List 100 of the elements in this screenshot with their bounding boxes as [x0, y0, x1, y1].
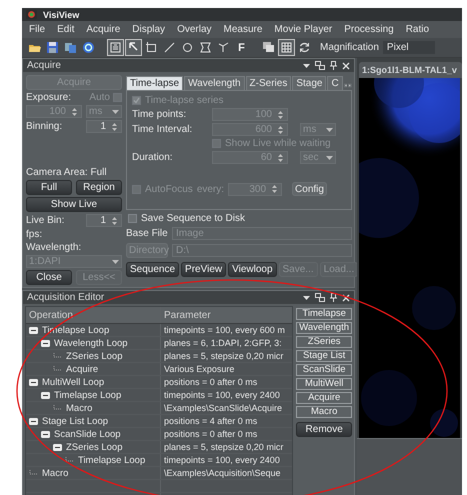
caret-icon[interactable] [326, 156, 333, 160]
add-step-button[interactable]: Acquire [296, 392, 352, 404]
operation-name[interactable]: Acquire [66, 364, 98, 374]
operation-name[interactable]: Macro [42, 468, 68, 478]
collapse-icon[interactable] [41, 340, 50, 346]
collapse-icon[interactable] [29, 326, 38, 334]
close-icon[interactable] [342, 294, 350, 302]
show-live-button[interactable]: Show Live [26, 197, 122, 212]
menu-item[interactable]: Movie Player [274, 24, 332, 35]
dropdown-icon[interactable] [303, 64, 310, 68]
operation-name[interactable]: Timelapse Loop [78, 454, 146, 466]
magnification-label: Magnification [320, 42, 379, 53]
remove-button[interactable]: Remove [296, 422, 352, 437]
parameter-cell-text: planes = 5, stepsize 0,20 micr [163, 350, 284, 362]
parameter-cell-text: planes = 6, 1:DAPI, 2:GFP, 3: [163, 337, 283, 349]
column-header[interactable]: Operation [26, 307, 161, 323]
check-icon [133, 97, 140, 104]
parameter-cell-text: \Examples\Acquisition\Seque [163, 467, 282, 479]
spinner-arrows-icon[interactable] [270, 184, 280, 194]
text-tool[interactable]: F [233, 39, 250, 56]
dropdown-icon[interactable] [303, 296, 310, 300]
caret-icon[interactable] [112, 110, 119, 114]
collapse-icon[interactable] [41, 392, 50, 398]
add-step-button[interactable]: ScanSlide [296, 364, 352, 376]
sequence-button[interactable]: Sequence [126, 262, 180, 277]
area-button[interactable]: Full [26, 180, 72, 195]
menu-item[interactable]: Processing [344, 24, 394, 35]
rectangle-icon [145, 41, 158, 54]
pin-icon[interactable] [330, 61, 337, 70]
parameter-cell-text: Various Exposure [163, 363, 236, 375]
tree-line-icon [53, 366, 62, 372]
menu-item[interactable]: File [29, 24, 46, 35]
operation-name[interactable]: Wavelength Loop [54, 338, 128, 348]
tab[interactable]: Wavelength [184, 76, 245, 90]
wavelength-label: Wavelength: [26, 242, 82, 253]
column-header[interactable]: Parameter [161, 307, 292, 323]
spinner-arrows-icon[interactable] [110, 122, 119, 132]
parameter-cell-text: planes = 5, stepsize 0,20 micr [163, 441, 284, 453]
add-step-button[interactable]: Wavelength [296, 322, 352, 334]
operation-name[interactable]: ScanSlide Loop [54, 428, 121, 440]
menu-item[interactable]: Acquire [86, 24, 120, 35]
area-button[interactable]: Region [76, 180, 122, 195]
operation-name[interactable]: MultiWell Loop [42, 376, 104, 388]
grid-tool[interactable] [278, 39, 295, 56]
operation-name[interactable]: Timelapse Loop [54, 390, 122, 400]
operation-name[interactable]: ZSeries Loop [66, 350, 123, 362]
parameter-cell-text: positions = 0 after 0 ms [163, 428, 258, 440]
dock-icon[interactable] [315, 61, 325, 70]
camera-tool[interactable] [107, 39, 124, 56]
grid-icon [280, 41, 293, 54]
image-tab[interactable]: 1:Sgo1l1-BLM-TAL1_v [359, 62, 462, 78]
operation-name[interactable]: ZSeries Loop [66, 442, 123, 452]
panel-title: Acquisition Editor [27, 292, 104, 303]
dock-icon[interactable] [315, 293, 325, 302]
magnification-field[interactable]: Pixel [382, 41, 435, 54]
close-icon[interactable] [342, 62, 350, 70]
tab[interactable]: Z-Series [246, 76, 292, 90]
collapse-icon[interactable] [41, 430, 50, 438]
operation-name[interactable]: Macro [66, 402, 92, 414]
collapse-icon[interactable] [29, 378, 38, 386]
add-step-button[interactable]: MultiWell [296, 378, 352, 390]
spinner-arrows-icon[interactable] [276, 152, 285, 162]
menu-item[interactable]: Display [132, 24, 166, 35]
menu-item[interactable]: Edit [57, 24, 74, 35]
menu-item[interactable]: Measure [224, 24, 262, 35]
tree-line-icon [53, 404, 62, 412]
spinner-arrows-icon[interactable] [276, 110, 285, 120]
pointer-tool[interactable] [125, 39, 142, 56]
binning-label: Binning: [26, 121, 62, 132]
floppy-icon [46, 41, 59, 54]
collapse-icon[interactable] [29, 418, 38, 424]
menu-item[interactable]: Ratio [406, 24, 430, 35]
tab[interactable]: Stage [292, 76, 326, 90]
window-title: VisiView [43, 10, 80, 20]
caret-icon[interactable] [326, 128, 333, 132]
floppy-tool[interactable] [44, 39, 61, 56]
add-step-button[interactable]: Timelapse [296, 308, 352, 320]
collapse-icon[interactable] [53, 444, 62, 450]
tree-line-icon [65, 456, 74, 464]
parameter-cell-text: positions = 0 after 0 ms [163, 376, 258, 388]
parameter-cell-text: positions = 4 after 0 ms [163, 415, 258, 427]
spinner-arrows-icon[interactable] [110, 216, 119, 226]
config-button[interactable]: Config [292, 182, 327, 196]
add-step-button[interactable]: ZSeries [296, 336, 352, 348]
sequence-button[interactable]: PreView [181, 262, 226, 277]
tab[interactable]: Time-lapse [126, 76, 184, 90]
binning-field[interactable]: 1 [86, 120, 122, 133]
operation-name[interactable]: Stage List Loop [42, 416, 108, 426]
menu-item[interactable]: Overlay [177, 24, 212, 35]
panel-button[interactable]: Close [26, 270, 72, 285]
add-step-button[interactable]: Macro [296, 406, 352, 418]
spinner-arrows-icon[interactable] [276, 124, 285, 134]
tree-line-icon [53, 352, 62, 360]
live-bin-field[interactable]: 1 [86, 214, 122, 227]
help-tool[interactable] [80, 39, 97, 56]
sequence-button[interactable]: Viewloop [228, 262, 277, 277]
add-step-button[interactable]: Stage List [296, 350, 352, 362]
tab[interactable]: C [327, 76, 343, 90]
pin-icon[interactable] [330, 293, 337, 302]
save-checkbox[interactable] [128, 214, 137, 223]
